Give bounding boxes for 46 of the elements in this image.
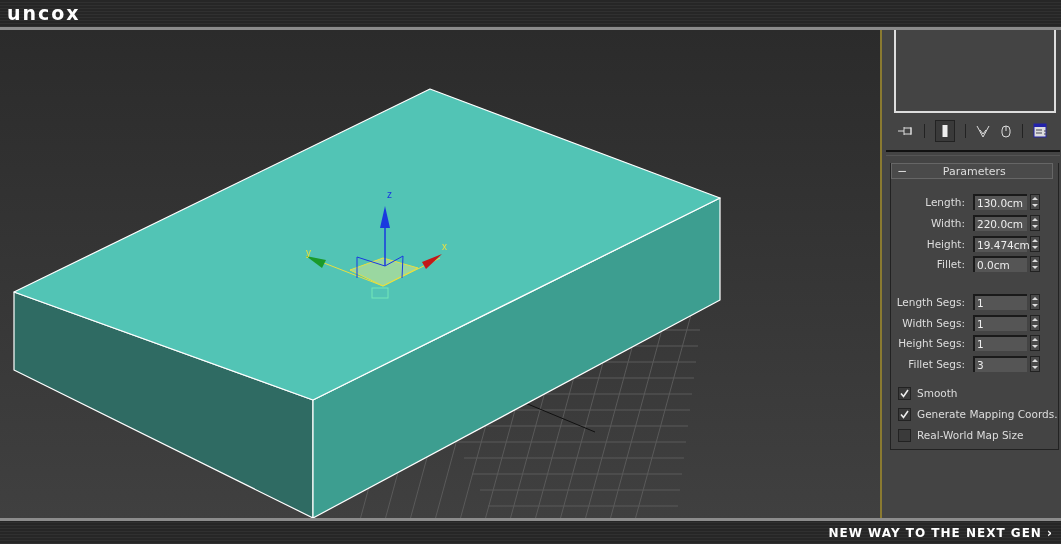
checkbox[interactable] xyxy=(898,386,911,400)
spinner-icon[interactable] xyxy=(1030,235,1040,252)
axis-label: z xyxy=(387,189,392,200)
tagline: NEW WAY TO THE NEXT GEN › xyxy=(828,525,1053,540)
input-field[interactable]: 19.474cm xyxy=(973,235,1027,252)
bar-icon xyxy=(941,124,949,138)
axis-label: x xyxy=(442,241,447,252)
collapse-toggle[interactable]: − xyxy=(897,164,917,178)
input-field[interactable]: 220.0cm xyxy=(973,215,1027,232)
spinner-icon[interactable] xyxy=(1030,194,1040,211)
input-field[interactable]: 130.0cm xyxy=(973,194,1027,211)
field-label: Height Segs: xyxy=(897,337,966,350)
field-label: Width Segs: xyxy=(901,316,966,329)
field-label: Length Segs: xyxy=(895,296,966,309)
field-label: Length: xyxy=(924,196,966,209)
spinner-icon[interactable] xyxy=(1030,294,1040,311)
checkbox[interactable] xyxy=(898,428,911,442)
spinner-icon[interactable] xyxy=(1030,256,1040,273)
funnel-icon[interactable] xyxy=(976,124,990,138)
checkbox-label: Generate Mapping Coords. xyxy=(917,408,1058,420)
input-field[interactable]: 1 xyxy=(973,314,1027,331)
spinner-icon[interactable] xyxy=(1030,356,1040,373)
field-label: Fillet Segs: xyxy=(907,358,966,371)
input-field[interactable]: 3 xyxy=(973,356,1027,373)
field-label: Height: xyxy=(925,237,966,250)
pin-icon[interactable] xyxy=(898,125,914,137)
input-field[interactable]: 0.0cm xyxy=(973,256,1027,273)
spinner-icon[interactable] xyxy=(1030,215,1040,232)
spinner-icon[interactable] xyxy=(1030,314,1040,331)
checkbox-label: Real-World Map Size xyxy=(917,429,1024,441)
viewport[interactable]: z y x xyxy=(0,30,880,518)
checkbox-label: Smooth xyxy=(917,387,958,399)
field-label: Width: xyxy=(929,217,966,230)
field-label: Fillet: xyxy=(935,258,966,271)
configure-icon[interactable] xyxy=(1033,123,1049,139)
input-field[interactable]: 1 xyxy=(973,335,1027,352)
transform-gizmo-icon[interactable] xyxy=(305,206,442,299)
checkbox[interactable] xyxy=(898,407,911,421)
rollout-title: Parameters xyxy=(941,164,1007,178)
axis-label: y xyxy=(306,247,311,258)
rollout-header[interactable]: − Parameters xyxy=(891,163,1053,179)
input-field[interactable]: 1 xyxy=(973,294,1027,311)
modifier-tool-button[interactable] xyxy=(935,120,955,142)
mouse-icon[interactable] xyxy=(1000,124,1012,138)
logo: uncox xyxy=(7,4,81,23)
spinner-icon[interactable] xyxy=(1030,335,1040,352)
